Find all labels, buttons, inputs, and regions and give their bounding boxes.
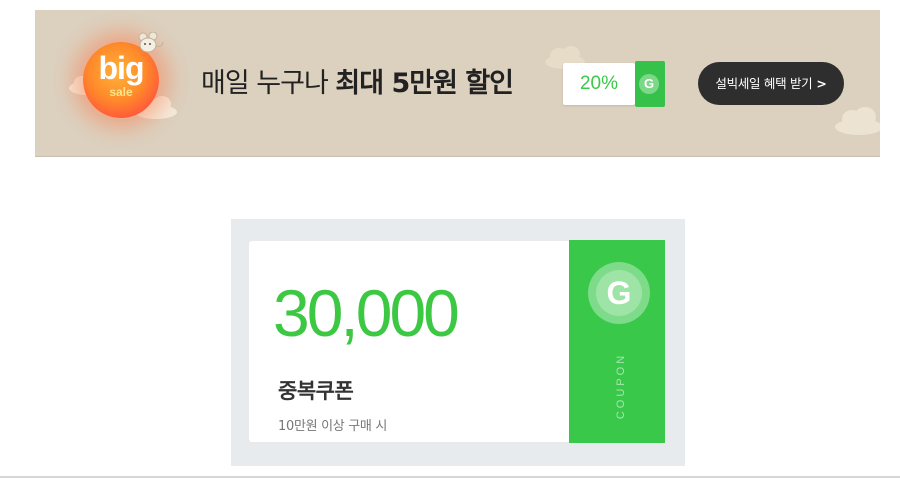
logo-sale-text: sale bbox=[109, 85, 133, 99]
logo-big-text: big bbox=[98, 50, 145, 86]
chevron-right-icon: > bbox=[816, 76, 827, 91]
coupon-vertical-label: COUPON bbox=[615, 352, 627, 420]
cloud-icon bbox=[835, 107, 880, 135]
mini-coupon-graphic: 20% G bbox=[563, 61, 667, 107]
g-logo-letter: G bbox=[596, 270, 642, 316]
divider bbox=[0, 476, 900, 478]
coupon-card[interactable]: 30,000 중복쿠폰 10만원 이상 구매 시 bbox=[249, 241, 571, 442]
coupon-panel[interactable]: 30,000 중복쿠폰 10만원 이상 구매 시 G COUPON bbox=[231, 219, 685, 466]
coupon-title: 중복쿠폰 bbox=[278, 379, 354, 403]
promo-banner[interactable]: big sale 매일 누구나 최대 5만원 할인 20% G 설빅세일 혜택 … bbox=[35, 10, 880, 157]
perforation-edge bbox=[569, 240, 573, 443]
mouse-icon bbox=[138, 32, 164, 53]
banner-headline: 매일 누구나 최대 5만원 할인 bbox=[201, 66, 514, 102]
g-logo-icon: G bbox=[588, 262, 650, 324]
headline-part-2: 최대 5만원 bbox=[335, 68, 458, 99]
mini-coupon-percent: 20% bbox=[579, 73, 619, 94]
get-benefits-button[interactable]: 설빅세일 혜택 받기 > bbox=[698, 62, 844, 105]
g-logo-icon: G bbox=[639, 74, 659, 94]
headline-part-1: 매일 누구나 bbox=[201, 68, 336, 99]
coupon-amount: 30,000 bbox=[273, 276, 460, 350]
cta-label: 설빅세일 혜택 받기 bbox=[715, 76, 813, 91]
coupon-condition: 10만원 이상 구매 시 bbox=[278, 419, 388, 434]
headline-part-3: 할인 bbox=[456, 68, 514, 99]
